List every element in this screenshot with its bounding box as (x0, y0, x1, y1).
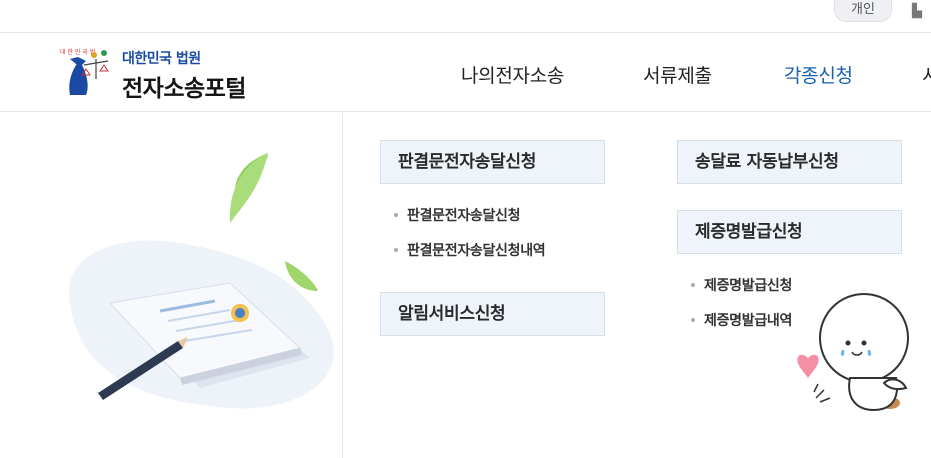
bullet-icon (691, 282, 695, 287)
mascot-sticker (780, 288, 931, 418)
user-type-button[interactable]: 개인 (834, 0, 892, 22)
bullet-icon (691, 317, 695, 322)
submenu-judgment-esend[interactable]: 판결문전자송달신청 (394, 205, 521, 225)
menu-certificate-issue[interactable]: 제증명발급신청 (677, 210, 902, 254)
document-illustration (40, 143, 340, 443)
header: 대 한 민 국 법 대한민국 법원 전자소송포털 나의전자소송 서류제출 각종신… (0, 33, 931, 112)
logo-subtitle: 대한민국 법원 (122, 51, 201, 67)
submenu-certificate-history[interactable]: 제증명발급내역 (691, 310, 792, 330)
corner-icon: ▙ (912, 4, 922, 19)
gnb-document-submit[interactable]: 서류제출 (643, 61, 712, 88)
gnb-my-ecourt[interactable]: 나의전자소송 (461, 61, 564, 88)
menu-auto-payment[interactable]: 송달료 자동납부신청 (677, 140, 902, 184)
logo[interactable]: 대 한 민 국 법 대한민국 법원 전자소송포털 (56, 45, 276, 102)
submenu-label: 판결문전자송달신청내역 (407, 243, 546, 259)
utility-bar: 개인 ▙ (0, 0, 931, 33)
panel-divider (342, 113, 343, 458)
mega-menu-panel: 판결문전자송달신청 판결문전자송달신청 판결문전자송달신청내역 알림서비스신청 … (0, 113, 931, 458)
gnb-applications[interactable]: 각종신청 (784, 61, 853, 88)
logo-title: 전자소송포털 (122, 76, 246, 102)
menu-judgment-esend[interactable]: 판결문전자송달신청 (380, 140, 605, 184)
submenu-judgment-esend-history[interactable]: 판결문전자송달신청내역 (394, 240, 546, 260)
bullet-icon (394, 247, 398, 252)
submenu-label: 판결문전자송달신청 (407, 208, 521, 224)
court-emblem-icon: 대 한 민 국 법 (60, 48, 109, 95)
gnb-next-cut[interactable]: 시 (922, 61, 931, 88)
menu-notification-service[interactable]: 알림서비스신청 (380, 292, 605, 336)
bullet-icon (394, 212, 398, 217)
submenu-label: 제증명발급신청 (704, 278, 793, 294)
submenu-certificate-issue[interactable]: 제증명발급신청 (691, 275, 792, 295)
submenu-label: 제증명발급내역 (704, 313, 793, 329)
svg-text:대 한 민 국 법: 대 한 민 국 법 (60, 48, 95, 56)
